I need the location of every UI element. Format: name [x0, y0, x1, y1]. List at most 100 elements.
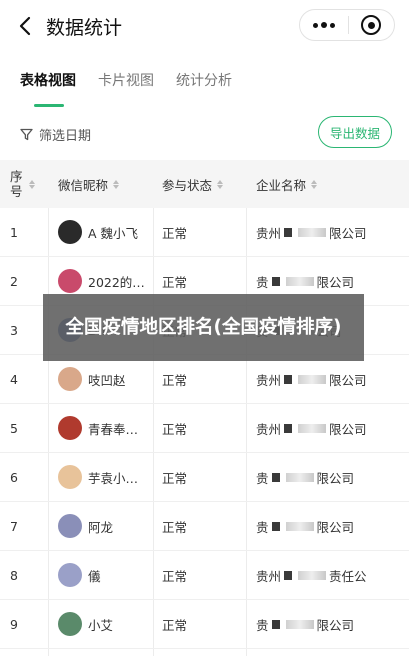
row-nickname: 吱凹赵 [58, 355, 126, 403]
row-status: 正常 [162, 470, 188, 486]
redaction-mark [285, 276, 314, 286]
tab-card-view[interactable]: 卡片视图 [98, 70, 154, 90]
date-filter[interactable]: 筛选日期 [20, 125, 91, 144]
row-index: 2 [10, 273, 18, 289]
row-company: 贵州 限公司 [256, 355, 367, 403]
header-nickname[interactable]: 微信昵称 [58, 160, 120, 208]
row-status: 正常 [162, 421, 188, 437]
title-overlay-banner: 全国疫情地区排名(全国疫情排序) [43, 294, 364, 361]
row-company-start: 贵 [256, 274, 269, 290]
redaction-mark [284, 374, 293, 384]
data-table: 序号 微信昵称 参与状态 企业名称 1A 魏小飞 正常 贵州 限公司 2 2022的… 正常… [0, 160, 409, 656]
header-company[interactable]: 企业名称 [256, 160, 318, 208]
row-company-end: 限公司 [316, 617, 355, 633]
redaction-mark [285, 619, 314, 629]
row-company-start: 贵 [256, 519, 269, 535]
row-nickname-label: 吱凹赵 [88, 372, 126, 388]
row-status: 正常 [162, 225, 188, 241]
row-company: 贵州 限公司 [256, 208, 367, 256]
row-company: 贵 限公司 [256, 502, 354, 550]
header-index[interactable]: 序号 [10, 160, 48, 208]
avatar [58, 465, 82, 489]
overlay-title: 全国疫情地区排名(全国疫情排序) [65, 316, 342, 338]
row-index: 6 [10, 469, 18, 485]
row-company-start: 贵 [256, 617, 269, 633]
avatar [58, 612, 82, 636]
avatar [58, 269, 82, 293]
mini-program-capsule [299, 9, 395, 41]
redaction-mark [285, 521, 314, 531]
redaction-mark [271, 276, 280, 286]
filter-bar: 筛选日期 导出数据 [0, 116, 409, 156]
row-index: 9 [10, 616, 18, 632]
table-row[interactable]: 5 青春奉… 正常 贵州 限公司 [0, 404, 409, 453]
active-tab-indicator [34, 104, 64, 107]
redaction-mark [271, 619, 280, 629]
row-company-start: 贵州 [256, 568, 282, 584]
close-target-icon[interactable] [348, 10, 394, 40]
avatar [58, 514, 82, 538]
avatar [58, 220, 82, 244]
redaction-mark [284, 423, 293, 433]
row-company-end: 责任公 [329, 568, 367, 584]
redaction-mark [298, 374, 327, 384]
row-status: 正常 [162, 617, 188, 633]
row-company-start: 贵州 [256, 225, 282, 241]
row-company-end: 限公司 [329, 372, 367, 388]
sort-icon [217, 179, 224, 189]
redaction-mark [284, 227, 293, 237]
row-company-start: 贵州 [256, 421, 282, 437]
row-company-end: 限公司 [316, 274, 355, 290]
table-row[interactable]: 1 A 魏小飞 正常 贵州 限公司 [0, 208, 409, 257]
more-icon[interactable] [300, 10, 348, 40]
row-nickname: 小艾 [58, 600, 113, 648]
table-row[interactable]: 4 吱凹赵 正常 贵州 限公司 [0, 355, 409, 404]
row-company: 贵州 限公司 [256, 404, 367, 452]
navbar: 数据统计 [0, 0, 409, 54]
row-index: 3 [10, 322, 18, 338]
export-data-button[interactable]: 导出数据 [318, 116, 392, 148]
table-row[interactable]: 6 芋袁小… 正常 贵 限公司 [0, 453, 409, 502]
table-row[interactable]: 9 小艾 正常 贵 限公司 [0, 600, 409, 649]
redaction-mark [298, 423, 327, 433]
sort-icon [113, 179, 120, 189]
row-nickname-label: 儀 [88, 568, 101, 584]
row-company: 贵 限公司 [256, 600, 354, 648]
back-icon[interactable] [14, 14, 36, 38]
header-status[interactable]: 参与状态 [162, 160, 224, 208]
tab-table-view[interactable]: 表格视图 [20, 70, 76, 90]
row-nickname-label: 2022的… [88, 274, 145, 290]
row-company: 贵 限公司 [256, 453, 354, 501]
row-nickname-label: 青春奉… [88, 421, 139, 437]
table-row[interactable]: 8 儀 正常 贵州 责任公 [0, 551, 409, 600]
row-index: 7 [10, 518, 18, 534]
avatar [58, 563, 82, 587]
redaction-mark [271, 521, 280, 531]
row-nickname: 儀 [58, 551, 101, 599]
page-title: 数据统计 [46, 17, 123, 39]
avatar [58, 367, 82, 391]
row-nickname-label: 芋袁小… [88, 470, 139, 486]
row-status: 正常 [162, 568, 188, 584]
row-index: 5 [10, 420, 18, 436]
sort-icon [29, 179, 35, 189]
redaction-mark [298, 227, 327, 237]
redaction-mark [285, 472, 314, 482]
row-index: 4 [10, 371, 18, 387]
redaction-mark [271, 472, 280, 482]
tab-statistics[interactable]: 统计分析 [176, 70, 232, 90]
table-row[interactable]: 7 阿龙 正常 贵 限公司 [0, 502, 409, 551]
row-company-end: 限公司 [329, 421, 367, 437]
row-index: 1 [10, 224, 18, 240]
row-nickname-label: 小艾 [88, 617, 114, 633]
date-filter-label: 筛选日期 [39, 129, 92, 144]
row-company-end: 限公司 [329, 225, 367, 241]
sort-icon [311, 179, 318, 189]
row-nickname: 芋袁小… [58, 453, 138, 501]
avatar [58, 416, 82, 440]
row-nickname: 阿龙 [58, 502, 113, 550]
row-status: 正常 [162, 372, 188, 388]
row-status: 正常 [162, 519, 188, 535]
row-nickname-label: A 魏小飞 [88, 225, 139, 241]
filter-icon [20, 128, 33, 141]
